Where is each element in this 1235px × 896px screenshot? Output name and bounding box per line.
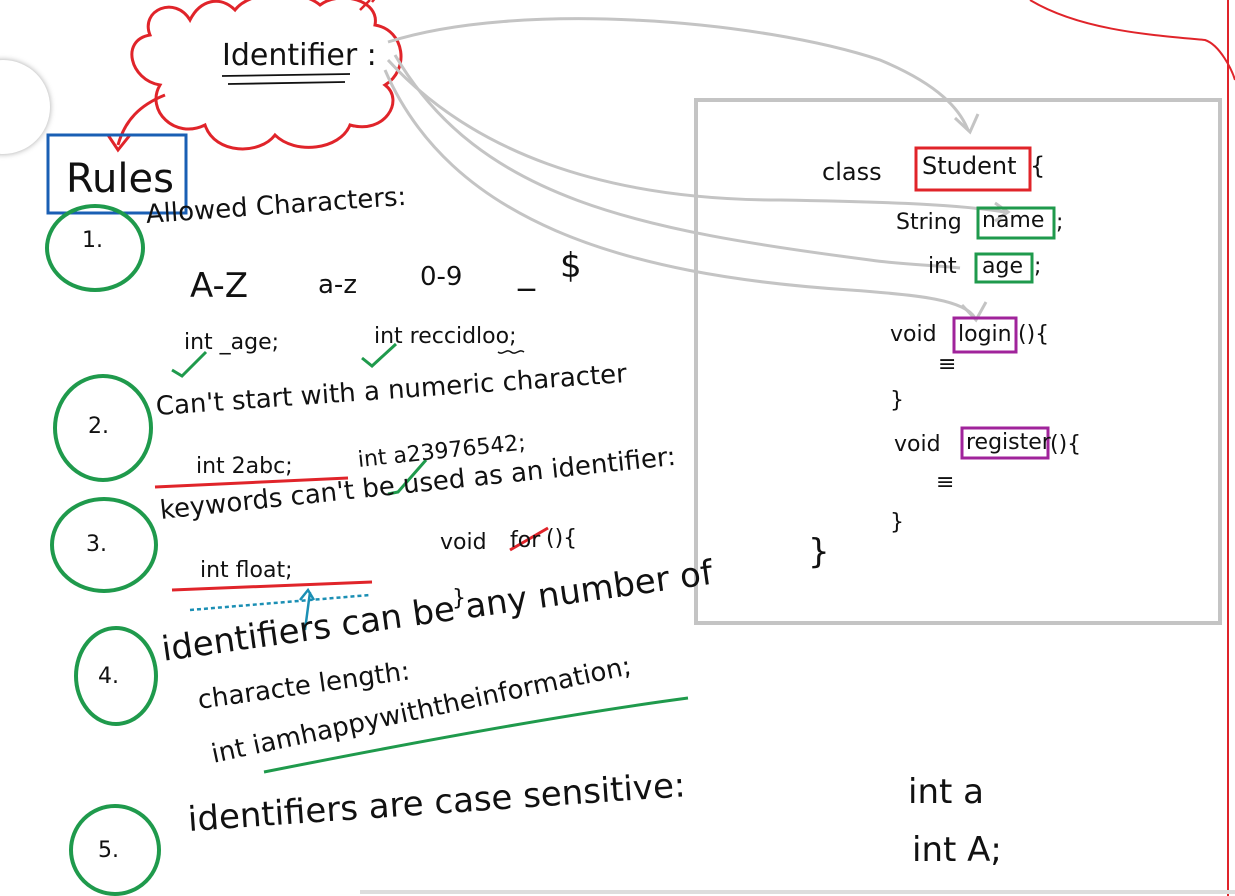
code-field2-name: age bbox=[982, 254, 1023, 279]
code-field2-type: int bbox=[928, 254, 957, 279]
code-field2-end: ; bbox=[1034, 254, 1042, 279]
rule4-number: 4. bbox=[98, 664, 119, 689]
identifier-title: Identifier : bbox=[222, 38, 377, 73]
rule1-example1: int _age; bbox=[184, 330, 280, 355]
code-method1-body: ≡ bbox=[938, 352, 957, 377]
code-method2-end: (){ bbox=[1050, 432, 1082, 457]
code-method2-name: register bbox=[966, 430, 1051, 455]
code-method1-end: (){ bbox=[1018, 322, 1050, 347]
code-method2-type: void bbox=[894, 432, 941, 457]
rule3-bad-example: int float; bbox=[200, 558, 293, 583]
rule1-number: 1. bbox=[82, 228, 103, 253]
rules-label: Rules bbox=[66, 156, 174, 202]
rule5-number: 5. bbox=[98, 838, 119, 863]
code-method2-close: } bbox=[890, 510, 904, 535]
rule3-method-prefix: void bbox=[440, 530, 487, 555]
cloud-to-rules-arrow bbox=[116, 93, 166, 146]
code-field1-end: ; bbox=[1056, 210, 1064, 235]
rule3-method-name: for bbox=[510, 528, 541, 553]
rule5-example1: int a bbox=[908, 772, 984, 812]
rule1-example2: int reccidloo; bbox=[374, 324, 517, 349]
rule3-number: 3. bbox=[86, 532, 107, 557]
rule2-bad-example: int 2abc; bbox=[196, 454, 293, 479]
charset-upper: A-Z bbox=[190, 266, 249, 306]
charset-dollar: $ bbox=[560, 246, 582, 286]
arrow-to-classname bbox=[387, 17, 970, 131]
code-method1-type: void bbox=[890, 322, 937, 347]
charset-underscore: _ bbox=[518, 252, 535, 292]
code-class-open: { bbox=[1030, 152, 1046, 180]
code-method1-name: login bbox=[958, 322, 1012, 347]
title-underline bbox=[221, 73, 351, 85]
charset-digits: 0-9 bbox=[420, 262, 463, 292]
charset-lower: a-z bbox=[318, 270, 357, 300]
rule2-number: 2. bbox=[88, 414, 109, 439]
code-class-name: Student bbox=[922, 152, 1017, 180]
code-field1-name: name bbox=[982, 208, 1045, 233]
code-method1-close: } bbox=[890, 388, 904, 413]
code-class-keyword: class bbox=[822, 158, 882, 186]
code-field1-type: String bbox=[896, 210, 962, 235]
code-method2-body: ≡ bbox=[936, 470, 955, 495]
rule5-example2: int A; bbox=[912, 830, 1002, 870]
code-class-close: } bbox=[808, 532, 830, 572]
rule3-method-suffix: (){ bbox=[546, 526, 578, 551]
